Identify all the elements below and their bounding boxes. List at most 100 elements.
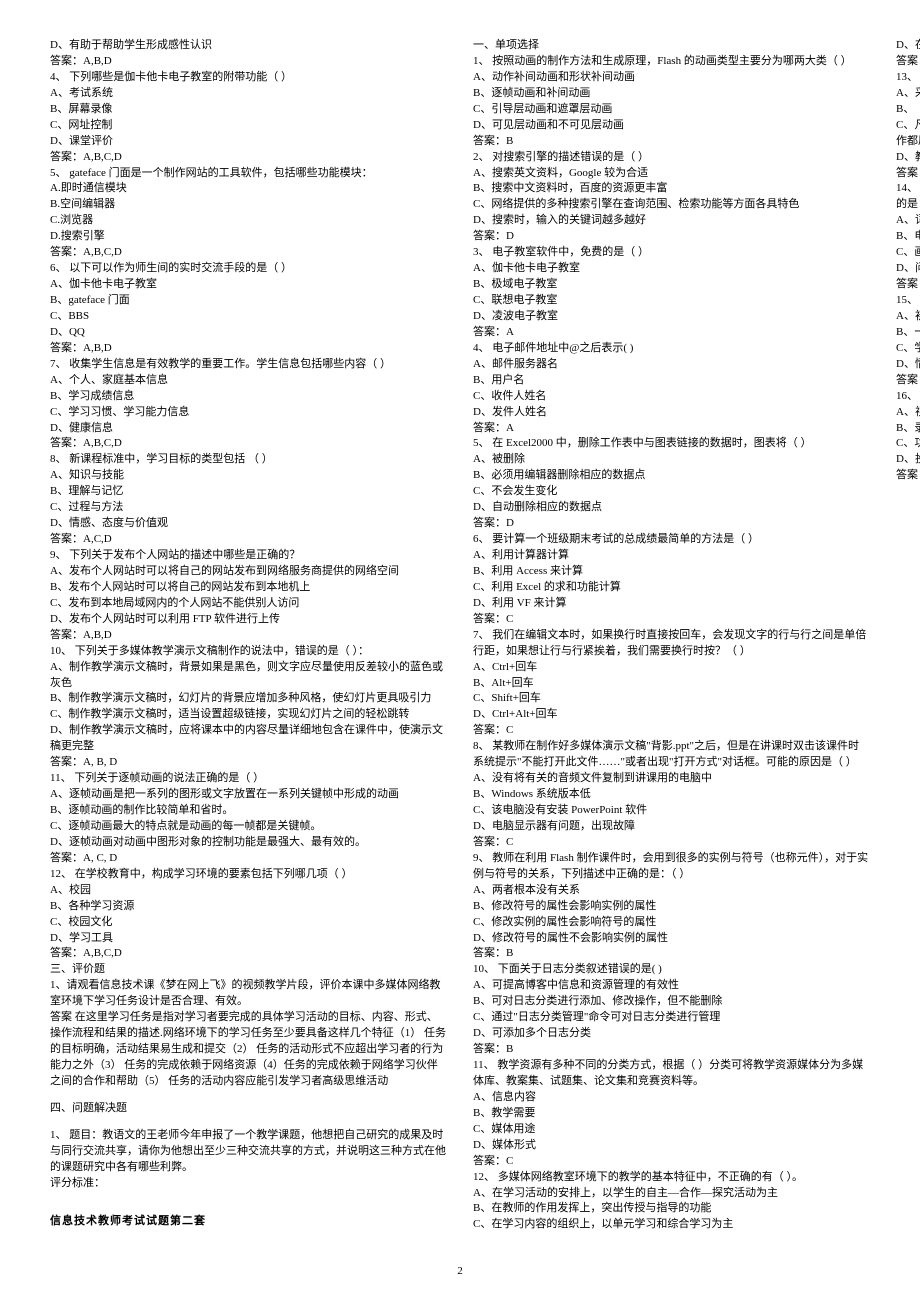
text-line: B、屏幕录像 [50, 102, 447, 118]
text-line: D、在技术支持教学过程中，充分发挥网络的功能 [896, 38, 920, 54]
text-line: B、逐帧动画和补间动画 [473, 86, 870, 102]
text-line: C、凡是对教与学的过程和相关资源所进行的设计、开发、管理、应用和评价的工作都属于… [896, 118, 920, 150]
text-line: 评分标准： [50, 1176, 447, 1192]
text-line: 答案：B [473, 1042, 870, 1058]
text-line: C、媒体用途 [473, 1122, 870, 1138]
text-line: D、媒体形式 [473, 1138, 870, 1154]
text-line: C、校园文化 [50, 915, 447, 931]
two-column-content: D、有助于帮助学生形成感性认识答案：A,B,D 4、 下列哪些是伽卡他卡电子教室的… [50, 38, 870, 1243]
text-line: 4、 下列哪些是伽卡他卡电子教室的附带功能（ ） [50, 70, 447, 86]
text-line: C、不会发生变化 [473, 484, 870, 500]
text-line: 信息技术教师考试试题第二套 [50, 1214, 447, 1230]
text-line: A、考试系统 [50, 86, 447, 102]
text-line: C、通过"日志分类管理"命令可对日志分类进行管理 [473, 1010, 870, 1026]
text-line: 答案：C [896, 166, 920, 182]
text-line: A、可提高博客中信息和资源管理的有效性 [473, 978, 870, 994]
text-line: 答案：B [473, 134, 870, 150]
text-line: C、过程与方法 [50, 500, 447, 516]
text-line: C、网络提供的多种搜索引擎在查询范围、检索功能等方面各具特色 [473, 197, 870, 213]
text-line: 答案：D [473, 229, 870, 245]
text-line: 14、 认知工具是指能促进学生知识构建，发展思维能力的工具，下列为认知工具的是： [896, 181, 920, 213]
text-line: 3、 电子教室软件中，免费的是（ ） [473, 245, 870, 261]
text-line: B.空间编辑器 [50, 197, 447, 213]
text-line: D、自动删除相应的数据点 [473, 500, 870, 516]
text-line: 9、 下列关于发布个人网站的描述中哪些是正确的？ [50, 548, 447, 564]
text-line: 三、评价题 [50, 962, 447, 978]
text-line: D、有助于帮助学生形成感性认识 [50, 38, 447, 54]
text-line: 答案：A,B,C,D [50, 150, 447, 166]
text-line: 9、 教师在利用 Flash 制作课件时，会用到很多的实例与符号（也称元件），对… [473, 851, 870, 883]
text-line: 7、 我们在编辑文本时，如果换行时直接按回车，会发现文字的行与行之间是单倍行距，… [473, 628, 870, 660]
text-line: B、理解与记忆 [50, 484, 447, 500]
text-line: 6、 以下可以作为师生间的实时交流手段的是（ ） [50, 261, 447, 277]
text-line: C、发布到本地局域网内的个人网站不能供别人访问 [50, 596, 447, 612]
text-line: D、发件人姓名 [473, 405, 870, 421]
text-line: A、发布个人网站时可以将自己的网站发布到网络服务商提供的网络空间 [50, 564, 447, 580]
text-line: 答案：C [473, 723, 870, 739]
text-line: 5、 在 Excel2000 中，删除工作表中与图表链接的数据时，图表将（ ） [473, 436, 870, 452]
text-line: C、网址控制 [50, 118, 447, 134]
text-line: 6、 要计算一个班级期末考试的总成绩最简单的方法是（ ） [473, 532, 870, 548]
text-line [50, 1230, 447, 1241]
text-line: A、采用教育技术的目的在于优化教育教学 [896, 86, 920, 102]
text-line: 答案：A,B,D [50, 628, 447, 644]
text-line: 7、 收集学生信息是有效教学的重要工作。学生信息包括哪些内容（ ） [50, 357, 447, 373]
text-line: C、利用 Excel 的求和功能计算 [473, 580, 870, 596]
text-line [50, 1203, 447, 1214]
text-line: D、逐帧动画对动画中图形对象的控制功能是最强大、最有效的。 [50, 835, 447, 851]
text-line: 答案 在这里学习任务是指对学习者要完成的具体学习活动的目标、内容、形式、操作流程… [50, 1010, 447, 1090]
text-line: C、修改实例的属性会影响符号的属性 [473, 915, 870, 931]
text-line: B、 [896, 102, 920, 118]
text-line: 15、 学习者特征分析可分为哪两方面（ ）。 [896, 293, 920, 309]
text-line: D、发布个人网站时可以利用 FTP 软件进行上传 [50, 612, 447, 628]
text-line: 答案：C [896, 468, 920, 484]
text-line: A、没有将有关的音频文件复制到讲课用的电脑中 [473, 771, 870, 787]
text-line: D、可见层动画和不可见层动画 [473, 118, 870, 134]
text-line: B、制作教学演示文稿时，幻灯片的背景应增加多种风格，使幻灯片更具吸引力 [50, 691, 447, 707]
text-line: 四、问题解决题 [50, 1101, 447, 1117]
text-line: D、学习工具 [50, 931, 447, 947]
text-line: 2、 对搜索引擎的描述错误的是（ ） [473, 150, 870, 166]
text-line: B、修改符号的属性会影响实例的属性 [473, 899, 870, 915]
text-line: 答案：D [473, 516, 870, 532]
text-line: B、Windows 系统版本低 [473, 787, 870, 803]
text-line: C、学习习惯、学习能力信息 [50, 405, 447, 421]
text-line: 答案：C [473, 835, 870, 851]
text-line: A、个人、家庭基本信息 [50, 373, 447, 389]
text-line: B、一般特征和学习特征 [896, 325, 920, 341]
text-line: 答案：A,C,D [50, 532, 447, 548]
text-line: C、画图工具 [896, 245, 920, 261]
text-line: B、逐帧动画的制作比较简单和省时。 [50, 803, 447, 819]
text-line: C、该电脑没有安装 PowerPoint 软件 [473, 803, 870, 819]
text-line: D、利用 VF 来计算 [473, 596, 870, 612]
text-line: 答案：A [473, 325, 870, 341]
text-line: D、制作教学演示文稿时，应将课本中的内容尽量详细地包含在课件中，使演示文稿更完整 [50, 723, 447, 755]
text-line: C、逐帧动画最大的特点就是动画的每一帧都是关键帧。 [50, 819, 447, 835]
text-line: 8、 新课程标准中，学习目标的类型包括 （ ） [50, 452, 447, 468]
text-line: B、在教师的作用发挥上，突出传授与指导的功能 [473, 1201, 870, 1217]
text-line: B、极域电子教室 [473, 277, 870, 293]
text-line: C、Shift+回车 [473, 691, 870, 707]
text-line: D、情感、态度与价值观 [50, 516, 447, 532]
text-line: D、QQ [50, 325, 447, 341]
text-line: A、伽卡他卡电子教室 [473, 261, 870, 277]
text-line: 答案：C [473, 612, 870, 628]
text-line: D、教育技术是应用教育规律，采用教学媒体对教育教学进行优化的过程 [896, 150, 920, 166]
text-line: 一、单项选择 [473, 38, 870, 54]
text-line: 答案：B [896, 373, 920, 389]
text-line: 1、 题目：教语文的王老师今年申报了一个教学课题，他想把自己研究的成果及时与同行… [50, 1128, 447, 1176]
text-line: B、用户名 [473, 373, 870, 389]
text-line: A、信息内容 [473, 1090, 870, 1106]
text-line: 11、 下列关于逐帧动画的说法正确的是（ ） [50, 771, 447, 787]
text-line: B、教学需要 [473, 1106, 870, 1122]
page: D、有助于帮助学生形成感性认识答案：A,B,D 4、 下列哪些是伽卡他卡电子教室的… [0, 0, 920, 1302]
text-line: A、两者根本没有关系 [473, 883, 870, 899]
text-line: C、制作教学演示文稿时，适当设置超级链接，实现幻灯片之间的轻松跳转 [50, 707, 447, 723]
text-line: 10、 下列关于多媒体教学演示文稿制作的说法中，错误的是（ ）： [50, 644, 447, 660]
text-line: A、在学习活动的安排上，以学生的自主—合作—探究活动为主 [473, 1186, 870, 1202]
text-line: 13、 关于教育技术概念的理解错误的是（ ） [896, 70, 920, 86]
text-line: A.即时通信模块 [50, 181, 447, 197]
text-line: B、发布个人网站时可以将自己的网站发布到本地机上 [50, 580, 447, 596]
text-line: A、利用计算器计算 [473, 548, 870, 564]
text-line: 4、 电子邮件地址中@之后表示( ) [473, 341, 870, 357]
